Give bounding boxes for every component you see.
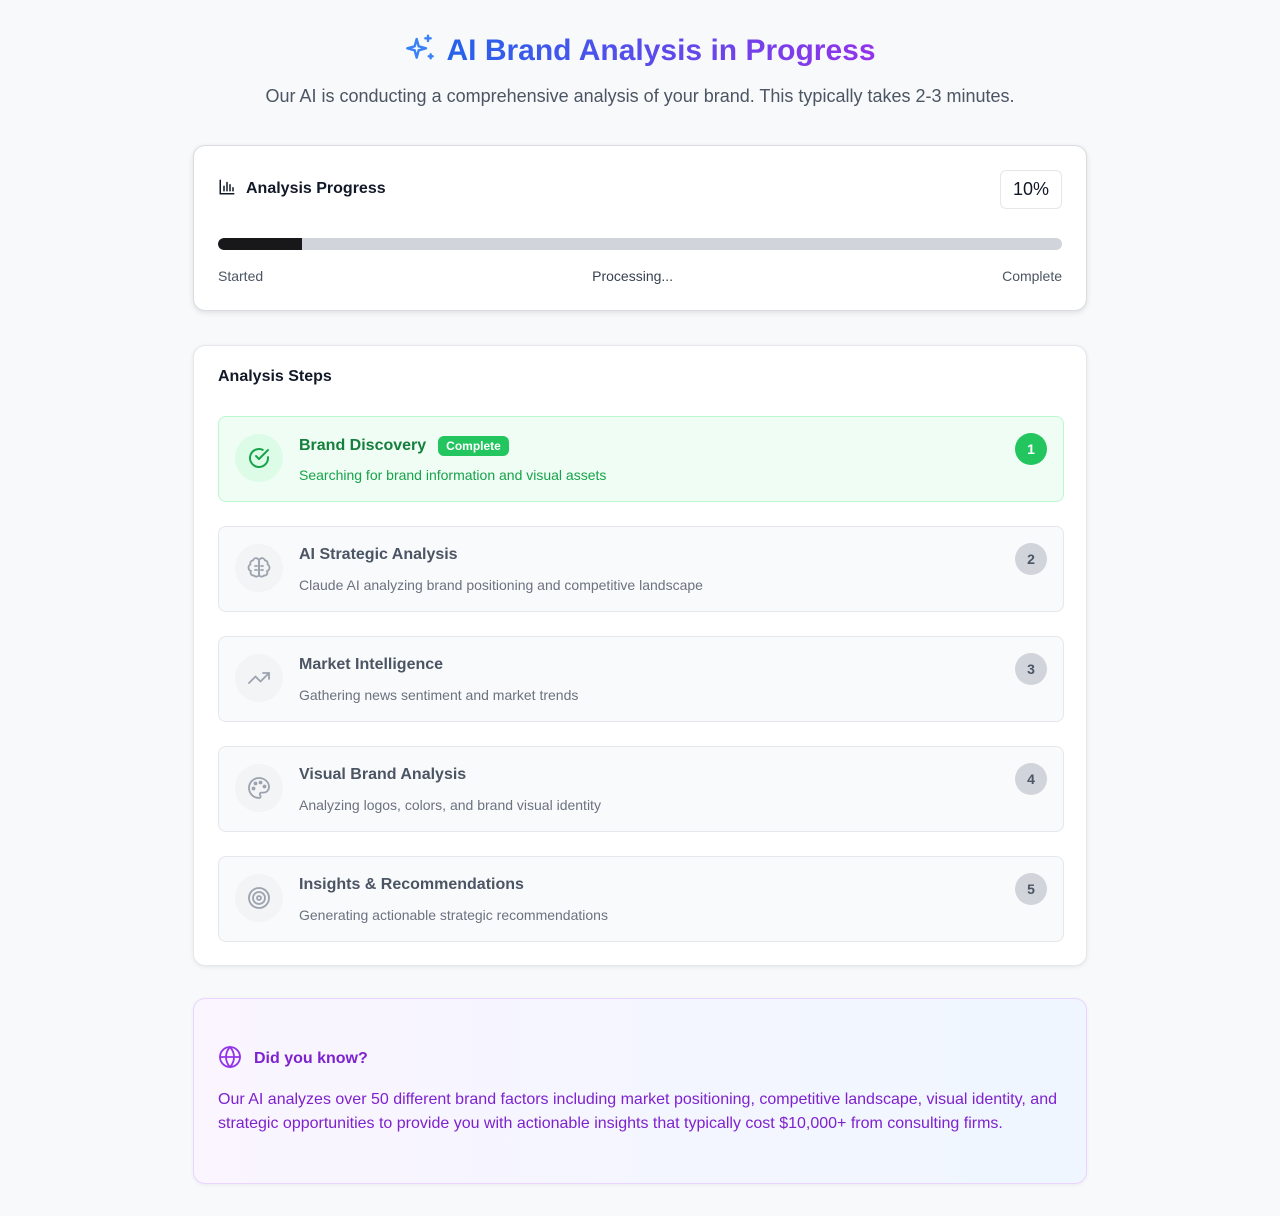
step-name-row: AI Strategic Analysis	[299, 546, 458, 564]
page-title: AI Brand Analysis in Progress	[446, 34, 876, 67]
step-market-intelligence: Market Intelligence Gathering news senti…	[218, 636, 1064, 722]
progress-label-end: Complete	[1002, 268, 1062, 284]
check-circle-icon	[235, 434, 283, 482]
step-name-row: Visual Brand Analysis	[299, 766, 466, 784]
step-ai-strategic-analysis: AI Strategic Analysis Claude AI analyzin…	[218, 526, 1064, 612]
step-description: Generating actionable strategic recommen…	[299, 907, 608, 923]
step-brand-discovery: Brand Discovery Complete Searching for b…	[218, 416, 1064, 502]
page-subtitle: Our AI is conducting a comprehensive ana…	[265, 86, 1015, 106]
step-visual-brand-analysis: Visual Brand Analysis Analyzing logos, c…	[218, 746, 1064, 832]
progress-label-middle: Processing...	[592, 268, 674, 284]
page-header: AI Brand Analysis in Progress Our AI is …	[0, 30, 1280, 107]
target-icon	[235, 874, 283, 922]
step-name: AI Strategic Analysis	[299, 546, 458, 563]
step-name-row: Insights & Recommendations	[299, 876, 524, 894]
tip-title: Did you know?	[254, 1050, 368, 1067]
progress-bar-fill	[218, 238, 303, 250]
palette-icon	[235, 764, 283, 812]
step-name-row: Market Intelligence	[299, 656, 443, 674]
brain-icon	[235, 544, 283, 592]
step-number: 4	[1015, 763, 1047, 795]
bar-chart-icon	[218, 178, 236, 201]
progress-labels: Started Processing... Complete	[218, 268, 1062, 284]
analysis-steps-card: Analysis Steps Brand Discovery Complete …	[193, 345, 1087, 966]
title-row: AI Brand Analysis in Progress	[0, 30, 1280, 72]
step-description: Analyzing logos, colors, and brand visua…	[299, 797, 601, 813]
tip-text: Our AI analyzes over 50 different brand …	[218, 1091, 1057, 1132]
progress-percent-badge: 10%	[999, 169, 1062, 209]
step-number: 3	[1015, 653, 1047, 685]
step-number: 5	[1015, 873, 1047, 905]
step-name: Insights & Recommendations	[299, 876, 524, 893]
step-insights-recommendations: Insights & Recommendations Generating ac…	[218, 856, 1064, 942]
step-description: Gathering news sentiment and market tren…	[299, 687, 579, 703]
status-badge: Complete	[438, 436, 509, 456]
progress-card-header: Analysis Progress 10%	[218, 169, 1062, 209]
step-number: 1	[1015, 433, 1047, 465]
trending-up-icon	[235, 654, 283, 702]
sparkles-icon	[404, 33, 436, 70]
tip-header: Did you know?	[218, 1045, 1062, 1074]
progress-title-group: Analysis Progress	[218, 178, 386, 201]
step-name: Market Intelligence	[299, 656, 444, 673]
did-you-know-card: Did you know? Our AI analyzes over 50 di…	[193, 998, 1087, 1184]
progress-bar	[218, 238, 1062, 250]
progress-title: Analysis Progress	[246, 180, 386, 197]
step-name: Brand Discovery	[299, 437, 427, 454]
steps-title: Analysis Steps	[218, 368, 332, 385]
analysis-progress-card: Analysis Progress 10% Started Processing…	[193, 145, 1087, 311]
progress-label-start: Started	[218, 268, 264, 284]
step-number: 2	[1015, 543, 1047, 575]
step-name-row: Brand Discovery Complete	[299, 436, 509, 456]
globe-icon	[218, 1045, 242, 1074]
step-description: Claude AI analyzing brand positioning an…	[299, 577, 703, 593]
step-name: Visual Brand Analysis	[299, 766, 467, 783]
step-description: Searching for brand information and visu…	[299, 467, 607, 483]
